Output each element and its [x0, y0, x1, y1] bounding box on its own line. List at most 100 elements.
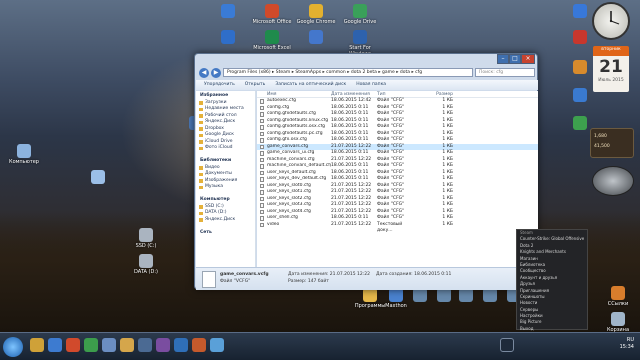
- nav-item-label: Яндекс.Диск: [205, 216, 236, 222]
- folder-icon: [199, 140, 203, 144]
- file-icon: [260, 216, 264, 221]
- nav-item-label: Библиотеки: [200, 158, 232, 163]
- desktop-shortcut[interactable]: [78, 170, 118, 185]
- file-icon: [260, 125, 264, 130]
- currency-gadget: 1,680 41,500: [590, 128, 634, 158]
- maximize-button[interactable]: □: [509, 54, 521, 64]
- taskbar-browser-icon[interactable]: [48, 338, 62, 352]
- file-icon: [260, 157, 264, 162]
- nav-item-label: Избранное: [200, 93, 229, 98]
- desktop-shortcut[interactable]: ССылки: [598, 286, 638, 307]
- shortcut-icon: [611, 312, 625, 326]
- file-icon: [260, 144, 264, 149]
- tray-language[interactable]: RU: [620, 337, 634, 344]
- desktop-shortcut[interactable]: [208, 4, 248, 19]
- menu-item[interactable]: Counter-Strike: Global Offensive: [517, 236, 587, 242]
- navigation-pane: Избранное Загрузки Недавние места Рабочий с…: [196, 91, 256, 267]
- desktop-shortcut[interactable]: Google Drive: [340, 4, 380, 25]
- forward-arrow-icon[interactable]: ▶: [211, 67, 221, 78]
- shortcut-icon: [265, 30, 279, 44]
- file-name-text: video: [267, 221, 280, 227]
- taskbar-app-icon[interactable]: [192, 338, 206, 352]
- file-row[interactable]: video 21.07.2015 12:22 Текстовый доку... 1 …: [257, 221, 538, 233]
- nav-item-label: iCloud Drive: [205, 138, 233, 144]
- calendar-weekday: вторник: [601, 47, 621, 52]
- burn-disc-button[interactable]: Записать на оптический диск: [275, 80, 346, 90]
- desktop-shortcut[interactable]: Google Chrome: [296, 4, 336, 25]
- header-type[interactable]: Тип: [377, 91, 417, 97]
- taskbar-app-icon[interactable]: [102, 338, 116, 352]
- explorer-window: – □ × ◀ ▶ Program Files (x86) ▸ Steam ▸ …: [194, 53, 538, 290]
- shortcut-label: SSD (C:): [135, 243, 157, 249]
- shortcut-icon: [17, 144, 31, 158]
- shortcut-label: Компьютер: [9, 159, 39, 165]
- file-icon: [260, 183, 264, 188]
- desktop-shortcut[interactable]: SSD (C:): [126, 228, 166, 249]
- address-path[interactable]: Program Files (x86) ▸ Steam ▸ SteamApps …: [223, 68, 473, 77]
- search-input[interactable]: Поиск: cfg: [475, 68, 535, 77]
- file-icon: [260, 151, 264, 156]
- header-date[interactable]: Дата изменения: [331, 91, 377, 97]
- nav-group-header[interactable]: Сеть: [196, 230, 255, 237]
- shortcut-icon: [221, 30, 235, 44]
- folder-icon: [199, 179, 203, 183]
- shortcut-icon: [265, 4, 279, 18]
- nav-item-label: Недавние места: [205, 106, 244, 111]
- file-date: 21.07.2015 12:22: [331, 221, 372, 227]
- details-filename: game_convars.vcfg: [220, 272, 269, 277]
- file-name-text: user_keys_slot2.cfg: [267, 195, 311, 201]
- shortcut-label: Google Chrome: [296, 19, 336, 25]
- start-button[interactable]: [3, 337, 23, 357]
- taskbar: RU 15:34: [0, 332, 640, 360]
- nav-item-label: Сеть: [200, 229, 212, 235]
- taskbar-explorer-icon[interactable]: [30, 338, 44, 352]
- address-bar-row: ◀ ▶ Program Files (x86) ▸ Steam ▸ SteamA…: [199, 67, 535, 78]
- desktop-shortcut[interactable]: Microsoft Excel: [252, 30, 292, 51]
- shortcut-icon: [353, 4, 367, 18]
- taskbar-steam-icon[interactable]: [500, 338, 514, 352]
- command-toolbar: Упорядочить Открыть Записать на оптическ…: [196, 80, 538, 90]
- shortcut-label: Maxthon: [385, 303, 407, 309]
- file-size: 1 КБ: [442, 221, 453, 227]
- folder-icon: [199, 114, 203, 118]
- taskbar-app-icon[interactable]: [210, 338, 224, 352]
- calendar-month: Июль 2015: [598, 78, 624, 83]
- minimize-button[interactable]: –: [497, 54, 509, 64]
- tray-clock[interactable]: 15:34: [620, 344, 634, 351]
- shortcut-icon: [573, 116, 587, 130]
- desktop-shortcut[interactable]: [208, 30, 248, 45]
- window-titlebar[interactable]: – □ ×: [195, 54, 537, 66]
- file-icon: [260, 118, 264, 123]
- back-arrow-icon[interactable]: ◀: [199, 67, 209, 78]
- close-button[interactable]: ×: [521, 54, 535, 64]
- clock-gadget: [592, 2, 630, 40]
- header-size[interactable]: Размер: [417, 91, 457, 97]
- details-created: Дата создания: 18.06.2015 0:11: [376, 272, 452, 277]
- desktop-shortcut[interactable]: Компьютер: [4, 144, 44, 165]
- header-name[interactable]: Имя: [257, 91, 331, 97]
- taskbar-app-icon[interactable]: [174, 338, 188, 352]
- desktop-shortcut[interactable]: DATA (D:): [126, 254, 166, 275]
- gadget-value-1: 1,680: [594, 134, 607, 139]
- file-name-text: user_keys_slot4.cfg: [267, 208, 311, 214]
- desktop-shortcut[interactable]: Microsoft Office: [252, 4, 292, 25]
- details-type: Файл "VCFG": [220, 279, 251, 284]
- taskbar-app-icon[interactable]: [156, 338, 170, 352]
- shortcut-icon: [353, 30, 367, 44]
- file-name-text: config.gfxdefaults.osx.cfg: [267, 124, 326, 129]
- taskbar-app-icon[interactable]: [66, 338, 80, 352]
- shortcut-icon: [611, 286, 625, 300]
- taskbar-app-icon[interactable]: [120, 338, 134, 352]
- open-button[interactable]: Открыть: [245, 80, 266, 90]
- taskbar-app-icon[interactable]: [84, 338, 98, 352]
- desktop-shortcut[interactable]: Корзина: [598, 312, 638, 333]
- taskbar-app-icon[interactable]: [138, 338, 152, 352]
- desktop-shortcut[interactable]: [296, 30, 336, 45]
- nav-item-label: Google Диск: [205, 132, 234, 137]
- new-folder-button[interactable]: Новая папка: [356, 80, 386, 90]
- folder-icon: [199, 133, 203, 137]
- folder-icon: [199, 127, 203, 131]
- file-icon: [260, 131, 264, 136]
- folder-icon: [199, 218, 203, 222]
- organize-button[interactable]: Упорядочить: [204, 80, 235, 90]
